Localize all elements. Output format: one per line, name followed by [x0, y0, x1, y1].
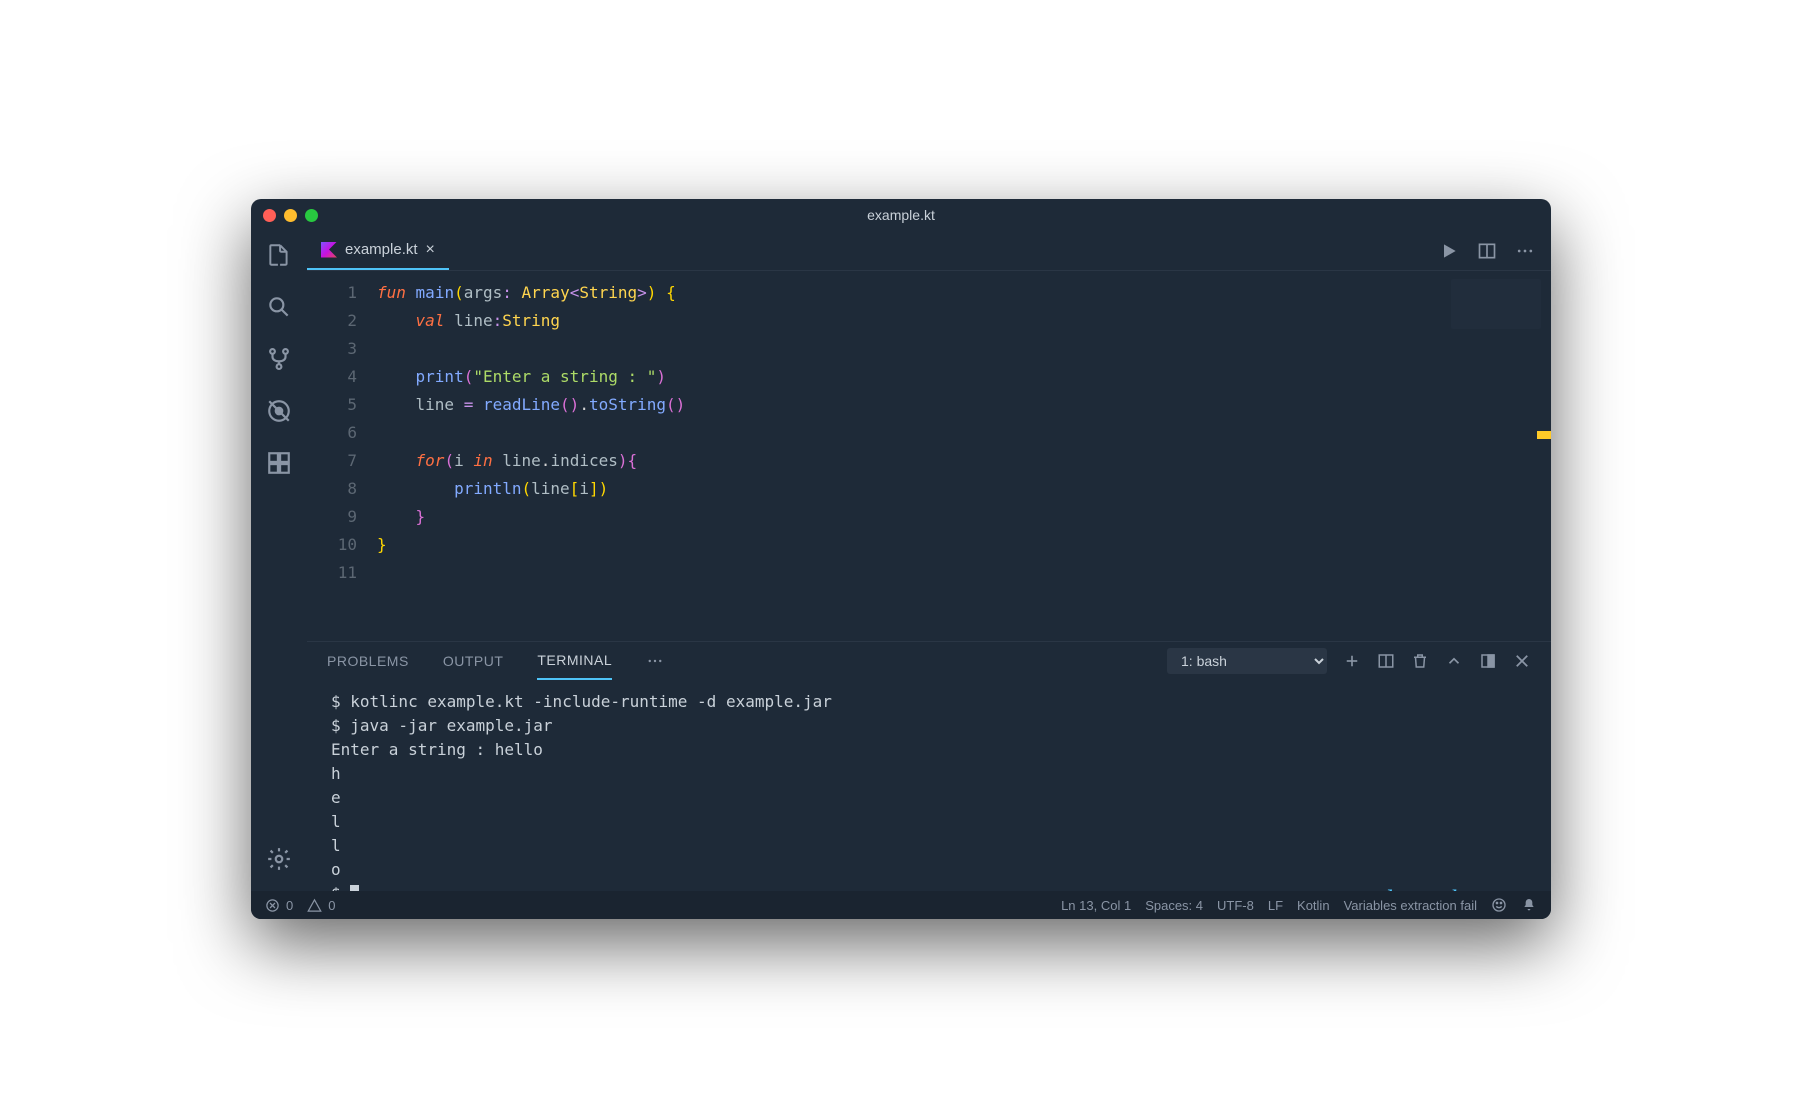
status-encoding[interactable]: UTF-8 [1217, 898, 1254, 913]
statusbar: 0 0 Ln 13, Col 1 Spaces: 4 UTF-8 LF Kotl… [251, 891, 1551, 919]
activity-bar [251, 231, 307, 891]
panel-tabs: PROBLEMS OUTPUT TERMINAL 1: bash [307, 642, 1551, 680]
terminal-line: l [331, 834, 1527, 858]
editor-window: example.kt [251, 199, 1551, 919]
close-tab-icon[interactable]: × [426, 241, 435, 259]
kotlin-file-icon [321, 242, 337, 258]
settings-gear-icon[interactable] [265, 845, 293, 873]
titlebar: example.kt [251, 199, 1551, 231]
tab-problems[interactable]: PROBLEMS [327, 643, 409, 679]
status-spaces[interactable]: Spaces: 4 [1145, 898, 1203, 913]
main-area: example.kt × 1 2 3 4 5 6 7 [251, 231, 1551, 891]
minimize-window-button[interactable] [284, 209, 297, 222]
terminal-select[interactable]: 1: bash [1167, 648, 1327, 674]
editor-body[interactable]: 1 2 3 4 5 6 7 8 9 10 11 fun main(args: A… [307, 271, 1551, 641]
terminal-line: l [331, 810, 1527, 834]
terminal-line: $ java -jar example.jar [331, 714, 1527, 738]
status-extension[interactable]: Variables extraction fail [1344, 898, 1477, 913]
panel-more-icon[interactable] [646, 652, 664, 670]
extensions-icon[interactable] [265, 449, 293, 477]
tab-filename: example.kt [345, 241, 418, 258]
new-terminal-icon[interactable] [1343, 652, 1361, 670]
close-window-button[interactable] [263, 209, 276, 222]
split-editor-icon[interactable] [1477, 241, 1497, 261]
status-errors[interactable]: 0 [265, 898, 293, 913]
tab-output[interactable]: OUTPUT [443, 643, 504, 679]
chevron-up-icon[interactable] [1445, 652, 1463, 670]
tabbar: example.kt × [307, 231, 1551, 271]
maximize-window-button[interactable] [305, 209, 318, 222]
editor-container: example.kt × 1 2 3 4 5 6 7 [307, 231, 1551, 891]
terminal-body[interactable]: $ kotlinc example.kt -include-runtime -d… [307, 680, 1551, 891]
run-icon[interactable] [1439, 241, 1459, 261]
bottom-panel: PROBLEMS OUTPUT TERMINAL 1: bash [307, 641, 1551, 891]
more-actions-icon[interactable] [1515, 241, 1535, 261]
close-panel-icon[interactable] [1513, 652, 1531, 670]
feedback-smile-icon[interactable] [1491, 897, 1507, 913]
debug-icon[interactable] [265, 397, 293, 425]
search-icon[interactable] [265, 293, 293, 321]
status-warnings[interactable]: 0 [307, 898, 335, 913]
line-gutter: 1 2 3 4 5 6 7 8 9 10 11 [307, 271, 377, 641]
editor-actions [1439, 231, 1551, 270]
traffic-lights [263, 209, 318, 222]
scroll-marker [1537, 431, 1551, 439]
terminal-line: $ kotlinc example.kt -include-runtime -d… [331, 690, 1527, 714]
bell-icon[interactable] [1521, 897, 1537, 913]
explorer-icon[interactable] [265, 241, 293, 269]
window-title: example.kt [867, 207, 935, 223]
status-language[interactable]: Kotlin [1297, 898, 1330, 913]
terminal-line: h [331, 762, 1527, 786]
tab-terminal[interactable]: TERMINAL [537, 642, 612, 680]
maximize-panel-icon[interactable] [1479, 652, 1497, 670]
status-eol[interactable]: LF [1268, 898, 1283, 913]
code-area[interactable]: fun main(args: Array<String>) { val line… [377, 271, 1551, 641]
source-control-icon[interactable] [265, 345, 293, 373]
watermark: codevscolor.com [1354, 888, 1527, 891]
terminal-line: $ [331, 882, 1527, 891]
editor-tab[interactable]: example.kt × [307, 231, 449, 270]
terminal-line: e [331, 786, 1527, 810]
split-terminal-icon[interactable] [1377, 652, 1395, 670]
terminal-line: Enter a string : hello [331, 738, 1527, 762]
terminal-line: o [331, 858, 1527, 882]
trash-icon[interactable] [1411, 652, 1429, 670]
terminal-cursor [350, 885, 359, 891]
status-position[interactable]: Ln 13, Col 1 [1061, 898, 1131, 913]
minimap[interactable] [1451, 279, 1541, 329]
